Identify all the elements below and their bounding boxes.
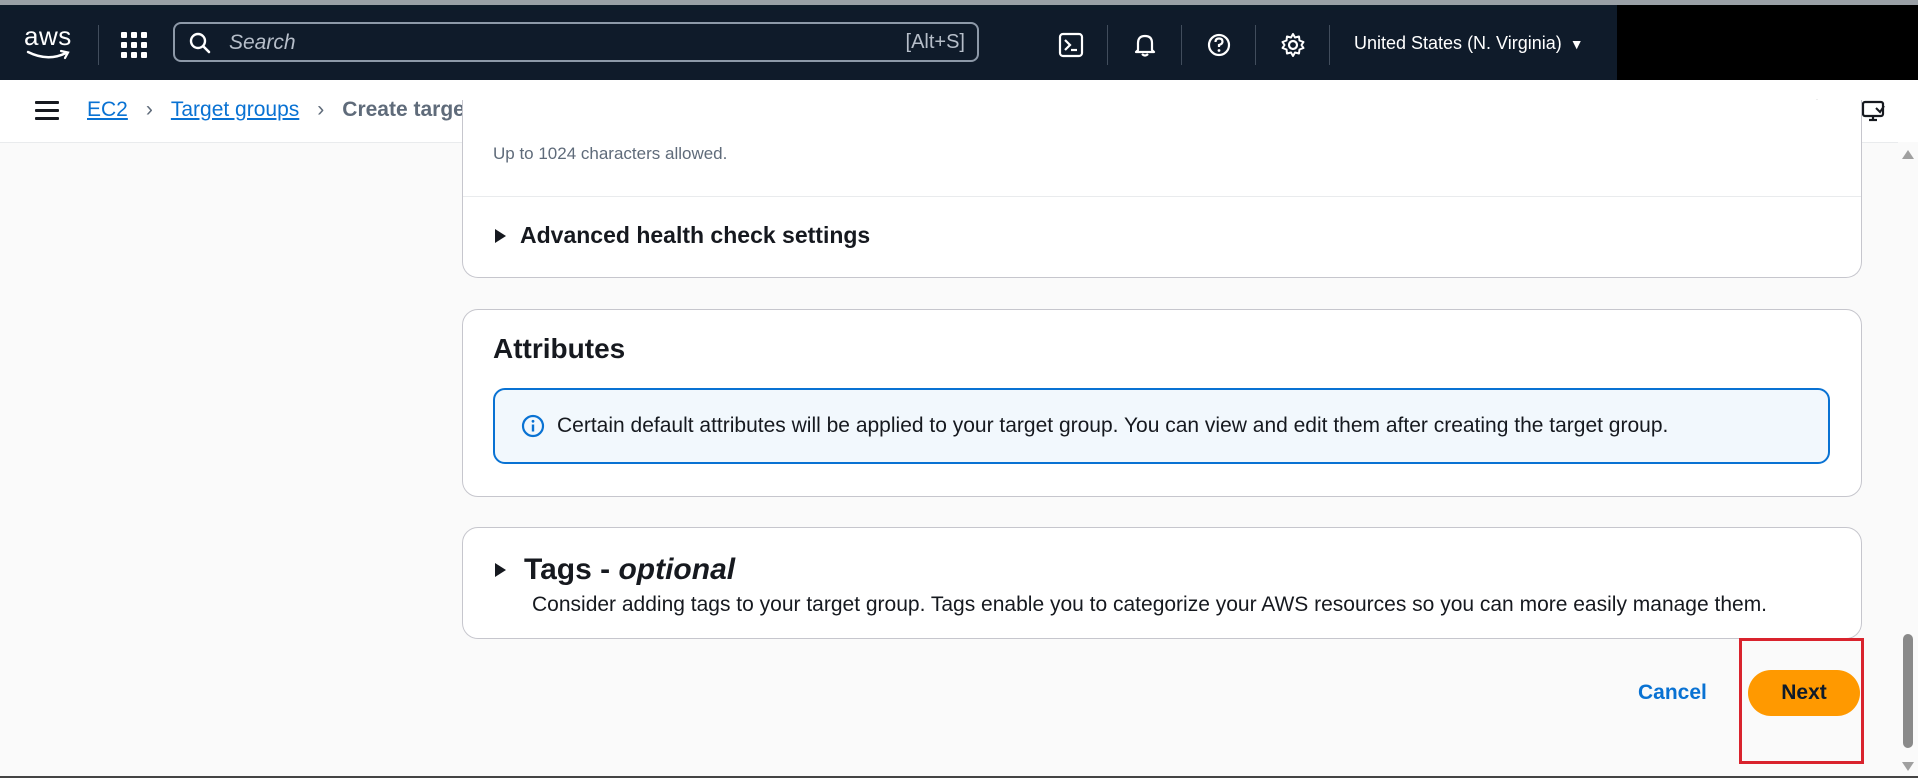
cloudshell-icon[interactable] — [1057, 31, 1085, 59]
nav-divider — [1107, 25, 1108, 65]
chevron-right-icon: › — [317, 98, 325, 121]
nav-divider — [98, 25, 99, 65]
region-label: United States (N. Virginia) — [1354, 33, 1562, 53]
bell-icon[interactable] — [1131, 31, 1159, 59]
caret-right-icon — [495, 563, 506, 577]
nav-divider — [1255, 25, 1256, 65]
attributes-info-text: Certain default attributes will be appli… — [557, 414, 1669, 437]
tags-description: Consider adding tags to your target grou… — [532, 593, 1768, 616]
scroll-down-arrow-icon[interactable] — [1902, 762, 1914, 771]
caret-down-icon: ▼ — [1569, 35, 1584, 52]
info-icon — [521, 414, 545, 438]
aws-smile-icon — [26, 49, 70, 60]
gear-icon[interactable] — [1279, 31, 1307, 59]
services-grid-icon[interactable] — [121, 32, 147, 58]
menu-icon[interactable] — [35, 101, 59, 121]
nav-divider — [1181, 25, 1182, 65]
search-shortcut: [Alt+S] — [905, 31, 965, 53]
help-icon[interactable] — [1205, 31, 1233, 59]
tags-expander[interactable]: Tags - optional — [495, 553, 735, 587]
scroll-up-arrow-icon[interactable] — [1902, 150, 1914, 159]
attributes-title: Attributes — [493, 333, 626, 364]
search-icon — [189, 32, 211, 54]
caret-right-icon — [495, 228, 506, 243]
advanced-health-check-expander[interactable]: Advanced health check settings — [495, 222, 870, 249]
scrollbar-thumb[interactable] — [1903, 634, 1913, 748]
nav-divider — [1329, 25, 1330, 65]
tags-optional-label: optional — [618, 553, 736, 586]
search-input[interactable] — [227, 28, 831, 58]
chevron-right-icon: › — [145, 98, 153, 121]
tags-title: Tags - optional — [524, 553, 735, 587]
tags-title-text: Tags - — [524, 553, 619, 586]
next-button[interactable]: Next — [1748, 670, 1860, 716]
top-navigation: aws [Alt+S] Un — [0, 5, 1617, 80]
attributes-info-alert: Certain default attributes will be appli… — [493, 388, 1830, 464]
region-selector[interactable]: United States (N. Virginia) ▼ — [1354, 33, 1584, 54]
aws-logo-text: aws — [24, 21, 72, 51]
health-check-panel — [462, 100, 1862, 278]
description-constraint-text: Up to 1024 characters allowed. — [493, 144, 728, 163]
advanced-health-check-label: Advanced health check settings — [520, 222, 871, 248]
divider — [463, 196, 1861, 197]
breadcrumb-target-groups-link[interactable]: Target groups — [171, 98, 299, 122]
breadcrumb-ec2-link[interactable]: EC2 — [87, 98, 128, 122]
aws-logo[interactable]: aws — [24, 23, 74, 63]
nav-black-region — [1617, 5, 1918, 80]
cancel-button[interactable]: Cancel — [1622, 677, 1723, 709]
feedback-icon[interactable] — [1860, 98, 1888, 126]
search-box[interactable]: [Alt+S] — [173, 22, 979, 62]
